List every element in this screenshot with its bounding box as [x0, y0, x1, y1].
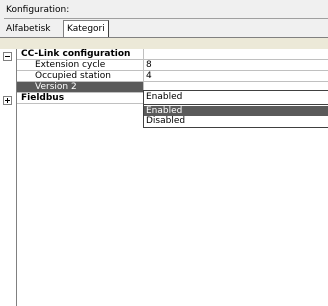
config-divider: [4, 18, 328, 19]
tab-alfabetisk[interactable]: Alfabetisk: [3, 22, 54, 37]
property-grid: CC-Link configuration Extension cycle 8 …: [16, 49, 328, 306]
dropdown-option-disabled[interactable]: Disabled: [144, 116, 328, 126]
property-row-extension-cycle[interactable]: Extension cycle 8: [17, 60, 328, 71]
tab-strip: Alfabetisk Kategori: [0, 20, 328, 38]
config-label: Konfiguration:: [6, 5, 70, 15]
property-panel: Konfiguration: Alfabetisk Kategori CC-Li…: [0, 0, 328, 306]
tab-divider: [0, 37, 328, 38]
grid-gutter: [0, 49, 16, 306]
version-2-combo[interactable]: Enabled: [143, 90, 328, 105]
tab-kategori[interactable]: Kategori: [63, 20, 109, 38]
expand-fieldbus-icon[interactable]: [3, 96, 12, 105]
property-row-occupied-station[interactable]: Occupied station 4: [17, 71, 328, 82]
dropdown-option-enabled[interactable]: Enabled: [144, 106, 328, 116]
version-2-combo-value: Enabled: [146, 92, 183, 102]
collapse-cclink-icon[interactable]: [3, 52, 12, 61]
version-2-dropdown-list[interactable]: Enabled Disabled: [143, 104, 328, 128]
category-row-cclink[interactable]: CC-Link configuration: [17, 49, 328, 60]
